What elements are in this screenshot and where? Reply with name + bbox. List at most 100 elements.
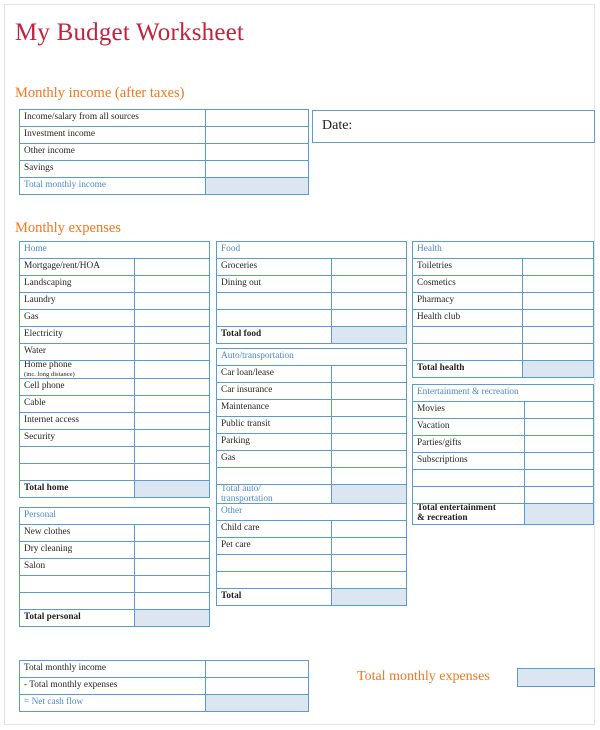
expense-row-value[interactable] — [331, 309, 407, 327]
expense-row-value[interactable] — [134, 592, 210, 610]
expense-row-value[interactable] — [134, 326, 210, 344]
expense-row: Toiletries — [411, 258, 594, 276]
expense-row-value[interactable] — [331, 399, 407, 417]
category-label-personal: Personal — [19, 507, 210, 525]
total-monthly-income-value[interactable] — [205, 177, 309, 195]
summary-row-value[interactable] — [205, 660, 309, 678]
expense-row-value[interactable] — [331, 467, 407, 485]
expense-row-label — [216, 309, 332, 327]
expense-row-value[interactable] — [331, 365, 407, 383]
expense-row-value[interactable] — [134, 558, 210, 576]
expense-row-value[interactable] — [523, 452, 595, 470]
expense-row-value[interactable] — [134, 275, 210, 293]
expense-row-label — [216, 467, 332, 485]
income-row-value[interactable] — [205, 126, 309, 144]
total-value-other[interactable] — [331, 588, 407, 606]
expense-row-value[interactable] — [523, 401, 595, 419]
expense-row-label: Internet access — [19, 412, 135, 430]
expense-row-value[interactable] — [523, 435, 595, 453]
expense-row-value[interactable] — [523, 418, 595, 436]
total-monthly-expenses-value[interactable] — [517, 668, 595, 687]
expense-row-value[interactable] — [134, 378, 210, 396]
expense-row-value[interactable] — [331, 520, 407, 538]
expense-row-label: Pharmacy — [411, 292, 524, 310]
expense-row-label: Pet care — [216, 537, 332, 555]
expense-row-value[interactable] — [331, 537, 407, 555]
expense-row: Cable — [19, 395, 210, 413]
total-value-auto[interactable] — [331, 484, 407, 506]
expense-row-value[interactable] — [134, 258, 210, 276]
expense-row-value[interactable] — [523, 486, 595, 504]
expense-row-value[interactable] — [522, 275, 594, 293]
expense-row-value[interactable] — [134, 446, 210, 464]
expense-row-value[interactable] — [331, 433, 407, 451]
expense-row-value[interactable] — [331, 258, 407, 276]
summary-row: Total monthly income — [19, 660, 309, 678]
expense-row-value[interactable] — [134, 541, 210, 559]
expense-row-value[interactable] — [331, 416, 407, 434]
expense-row-value[interactable] — [522, 258, 594, 276]
expense-row-label — [411, 343, 524, 361]
expense-row-value[interactable] — [522, 309, 594, 327]
expense-row-value[interactable] — [134, 463, 210, 481]
total-value-home[interactable] — [134, 480, 210, 498]
category-label-auto: Auto/transportation — [216, 348, 407, 366]
expense-row-label: Electricity — [19, 326, 135, 344]
total-value-personal[interactable] — [134, 609, 210, 627]
expense-row-value[interactable] — [331, 571, 407, 589]
expense-row-value[interactable] — [134, 309, 210, 327]
expense-row-label: Mortgage/rent/HOA — [19, 258, 135, 276]
total-label-auto: Total auto/transportation — [216, 484, 332, 506]
expense-row-value[interactable] — [331, 275, 407, 293]
expense-row-value[interactable] — [134, 429, 210, 447]
expense-row — [216, 571, 407, 589]
expense-row: Subscriptions — [412, 452, 595, 470]
category-header-row: Entertainment & recreation — [412, 384, 594, 402]
category-header-row: Personal — [19, 507, 210, 525]
total-value-entertainment[interactable] — [523, 503, 595, 525]
expense-row-value[interactable] — [134, 360, 210, 379]
expense-row-label — [411, 326, 524, 344]
income-row-label: Other income — [19, 143, 206, 161]
total-value-health[interactable] — [522, 360, 594, 378]
date-label: Date: — [322, 118, 353, 133]
expense-row-value[interactable] — [331, 292, 407, 310]
expense-row: Public transit — [216, 416, 407, 434]
expense-row — [216, 292, 407, 310]
expense-row-value[interactable] — [331, 554, 407, 572]
date-field[interactable]: Date: — [312, 110, 595, 143]
expense-row-value[interactable] — [522, 343, 594, 361]
expense-row-value[interactable] — [331, 450, 407, 468]
expense-row: Laundry — [19, 292, 210, 310]
expense-row-value[interactable] — [522, 292, 594, 310]
income-row-value[interactable] — [205, 143, 309, 161]
expense-row-value[interactable] — [523, 469, 595, 487]
expense-row-value[interactable] — [331, 382, 407, 400]
expense-row-value[interactable] — [134, 343, 210, 361]
income-row-value[interactable] — [205, 109, 309, 127]
expense-row-value[interactable] — [134, 575, 210, 593]
expense-table-other-body: Other Child care Pet care Total — [216, 503, 407, 606]
expense-row-value[interactable] — [134, 412, 210, 430]
expense-row: Security — [19, 429, 210, 447]
net-cash-flow-value[interactable] — [205, 694, 309, 712]
summary-row-value[interactable] — [205, 677, 309, 695]
expense-row: Pet care — [216, 537, 407, 555]
expense-row-label: Gas — [19, 309, 135, 327]
income-row-value[interactable] — [205, 160, 309, 178]
expense-row — [19, 575, 210, 593]
expense-row-value[interactable] — [134, 524, 210, 542]
expense-row-value[interactable] — [134, 292, 210, 310]
expense-row — [411, 343, 594, 361]
summary-table-body: Total monthly income - Total monthly expe… — [19, 660, 309, 712]
expense-table-food-body: Food Groceries Dining out Total food — [216, 241, 407, 344]
expense-table-auto: Auto/transportation Car loan/lease Car ins… — [216, 348, 407, 506]
expense-row-label — [19, 592, 135, 610]
expense-row — [412, 469, 595, 487]
income-table: Income/salary from all sources Investment… — [19, 109, 309, 195]
total-value-food[interactable] — [331, 326, 407, 344]
total-row: Total home — [19, 480, 210, 498]
expense-row-value[interactable] — [134, 395, 210, 413]
expense-row: Health club — [411, 309, 594, 327]
expense-row-value[interactable] — [522, 326, 594, 344]
